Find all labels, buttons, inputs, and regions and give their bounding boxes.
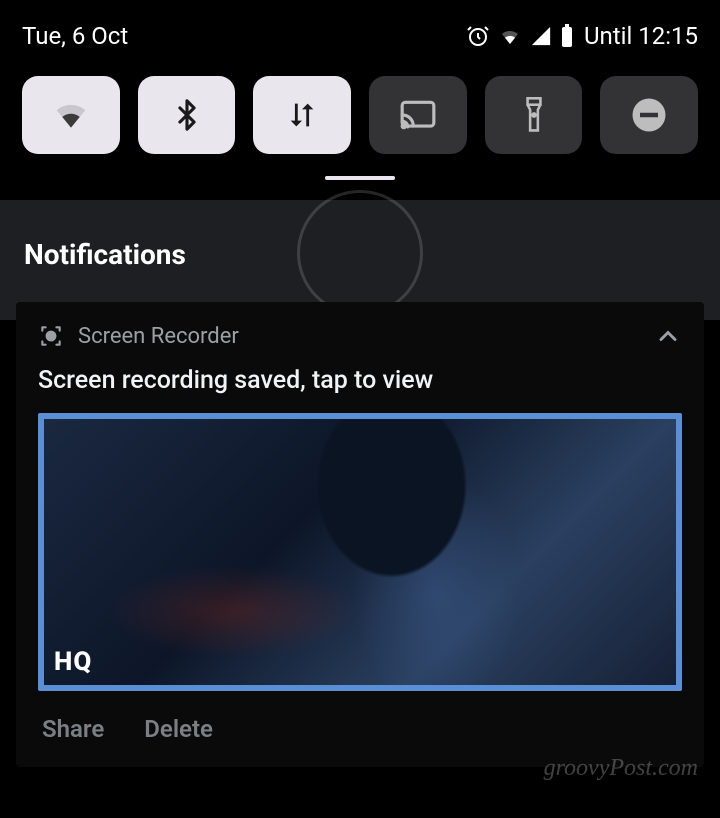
flashlight-tile[interactable] — [485, 76, 583, 154]
flashlight-icon — [518, 97, 550, 133]
status-right: Until 12:15 — [466, 22, 698, 50]
data-arrows-icon — [285, 98, 319, 132]
delete-button[interactable]: Delete — [144, 715, 213, 743]
screen-recorder-icon — [38, 323, 64, 349]
status-icons — [466, 24, 574, 48]
wifi-icon — [52, 96, 90, 134]
collapse-icon[interactable] — [654, 322, 682, 350]
notification-actions: Share Delete — [38, 691, 682, 755]
until-time: Until 12:15 — [584, 22, 698, 50]
share-button[interactable]: Share — [42, 715, 104, 743]
status-bar: Tue, 6 Oct Until 12:15 — [22, 22, 698, 50]
bluetooth-tile[interactable] — [138, 76, 236, 154]
cast-icon — [399, 96, 437, 134]
bluetooth-icon — [170, 98, 204, 132]
do-not-disturb-icon — [631, 97, 667, 133]
mobile-data-tile[interactable] — [253, 76, 351, 154]
notifications-header: Notifications — [24, 238, 186, 271]
thumbnail-image — [44, 419, 676, 685]
hq-badge: HQ — [54, 647, 92, 677]
dnd-tile[interactable] — [600, 76, 698, 154]
alarm-icon — [466, 24, 490, 48]
wifi-icon — [498, 24, 522, 48]
drag-handle[interactable] — [325, 176, 395, 180]
status-date: Tue, 6 Oct — [22, 22, 128, 50]
notification-app: Screen Recorder — [38, 323, 239, 349]
quick-settings-panel: Tue, 6 Oct Until 12:15 — [0, 0, 720, 180]
watermark: groovyPost.com — [544, 755, 698, 782]
notification-card[interactable]: Screen Recorder Screen recording saved, … — [16, 302, 704, 767]
battery-icon — [560, 24, 574, 48]
signal-icon — [530, 25, 552, 47]
quick-tiles — [22, 76, 698, 154]
notification-app-name: Screen Recorder — [78, 324, 239, 349]
wifi-tile[interactable] — [22, 76, 120, 154]
notification-header-row: Screen Recorder — [38, 322, 682, 350]
recording-thumbnail[interactable]: HQ — [38, 413, 682, 691]
cast-tile[interactable] — [369, 76, 467, 154]
notification-title: Screen recording saved, tap to view — [38, 366, 682, 395]
